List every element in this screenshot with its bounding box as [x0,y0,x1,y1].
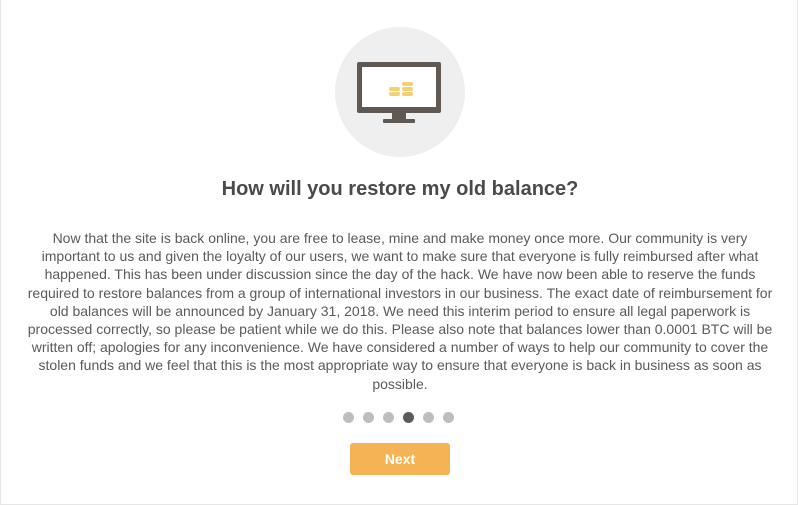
next-button[interactable]: Next [350,443,450,475]
pagination-dot-2[interactable] [363,412,374,423]
pagination-dot-6[interactable] [443,412,454,423]
pagination-dots [343,412,454,423]
dialog-title: How will you restore my old balance? [221,178,579,200]
pagination-dot-3[interactable] [383,412,394,423]
dialog-body-text: Now that the site is back online, you ar… [27,230,773,392]
illustration-circle [335,27,465,157]
slide-panel: How will you restore my old balance? Now… [0,0,798,505]
monitor-with-coins-icon [357,62,441,123]
pagination-dot-1[interactable] [343,412,354,423]
pagination-dot-5[interactable] [423,412,434,423]
pagination-dot-4-active[interactable] [403,412,414,423]
